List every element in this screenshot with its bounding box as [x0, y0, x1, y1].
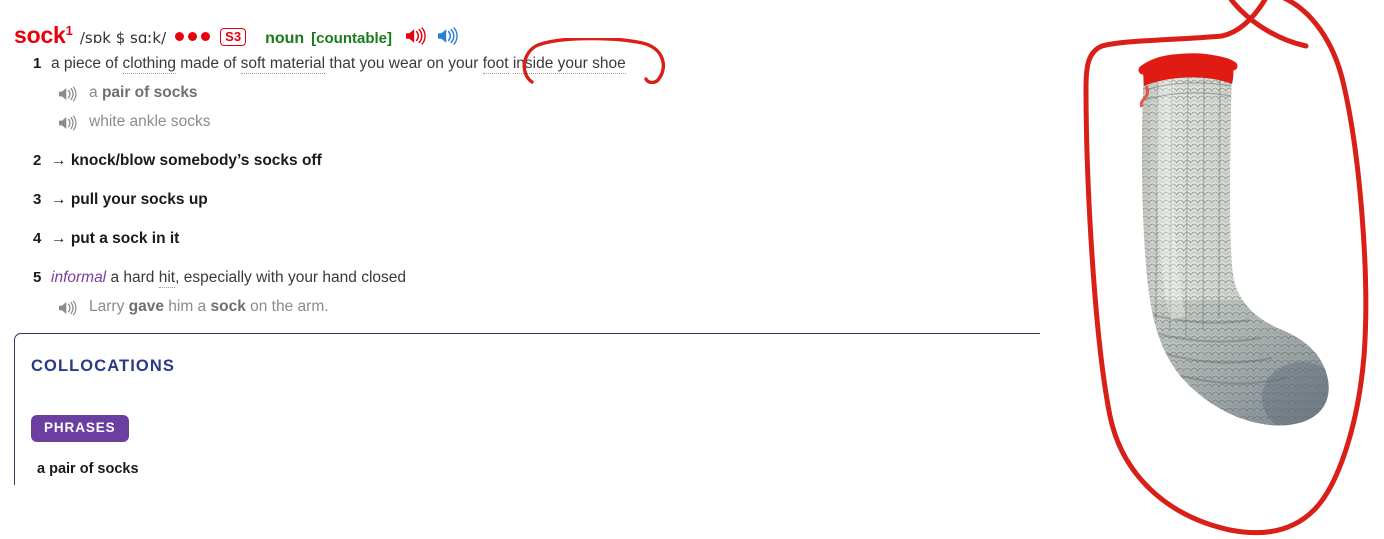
pronunciation: /sɒk $ sɑːk/: [79, 29, 167, 47]
sense-number: 1: [33, 55, 42, 72]
definition-text: made of: [175, 55, 241, 72]
frequency-dot: [188, 32, 198, 41]
sense-number: 3: [33, 191, 42, 208]
speaker-icon-example[interactable]: [58, 86, 77, 102]
cross-reference-link[interactable]: → pull your socks up: [51, 191, 208, 209]
definition-text: a hard: [110, 269, 159, 286]
collocations-title: COLLOCATIONS: [31, 357, 175, 375]
sense-4: 4 → put a sock in it: [33, 230, 179, 248]
illustration-panel: [1070, 0, 1384, 539]
grammar-label: [countable]: [311, 30, 392, 47]
entry-column: sock1 /sɒk $ sɑːk/ S3 noun [countable]: [0, 0, 1070, 539]
speaker-icon-example[interactable]: [58, 300, 77, 316]
phrases-badge[interactable]: PHRASES: [31, 415, 129, 442]
example-5a: Larry gave him a sock on the arm.: [58, 298, 329, 316]
example-text: a pair of socks: [89, 84, 198, 102]
frequency-badge-s3: S3: [220, 28, 247, 46]
register-label: informal: [51, 269, 107, 286]
example-collocate: sock: [210, 298, 246, 315]
example-collocate: gave: [128, 298, 164, 315]
homonym-number: 1: [65, 23, 73, 38]
definition-text: a piece of: [51, 55, 123, 72]
frequency-dot: [175, 32, 185, 41]
example-fragment: on the arm.: [245, 298, 329, 315]
sense-number: 5: [33, 269, 42, 286]
dictionary-entry-page: sock1 /sɒk $ sɑːk/ S3 noun [countable]: [0, 0, 1384, 539]
example-collocate: pair of socks: [101, 84, 198, 101]
frequency-dot: [201, 32, 211, 41]
example-text: Larry gave him a sock on the arm.: [89, 298, 329, 316]
arrow-icon: →: [51, 191, 67, 208]
collocation-item[interactable]: a pair of socks: [37, 461, 139, 477]
frequency-dots: [175, 32, 211, 41]
sense-3: 3 → pull your socks up: [33, 191, 208, 209]
headword: sock: [14, 22, 66, 48]
definition-keyword[interactable]: clothing: [122, 55, 176, 74]
cross-reference-text: put a sock in it: [70, 230, 180, 247]
sense-1: 1 a piece of clothing made of soft mater…: [33, 55, 626, 74]
sock-body: [1142, 66, 1329, 426]
headword-line: sock 1 /sɒk $ sɑːk/ S3 noun [countable]: [14, 22, 458, 49]
definition-keyword[interactable]: soft material: [240, 55, 326, 74]
collocations-panel: COLLOCATIONS PHRASES a pair of socks: [14, 333, 1040, 485]
speaker-icon-british[interactable]: [404, 27, 426, 45]
example-1a: a pair of socks: [58, 84, 198, 102]
speaker-icon-american[interactable]: [436, 27, 458, 45]
definition-keyword[interactable]: hit: [158, 269, 176, 288]
sense-2: 2 → knock/blow somebody’s socks off: [33, 152, 322, 170]
example-fragment: him a: [163, 298, 211, 315]
cross-reference-link[interactable]: → put a sock in it: [51, 230, 179, 248]
example-1b: white ankle socks: [58, 113, 210, 131]
arrow-icon: →: [51, 230, 67, 247]
example-fragment: a: [89, 84, 102, 101]
definition-text: that you wear on your: [325, 55, 483, 72]
example-fragment: Larry: [89, 298, 129, 315]
definition-keyword[interactable]: foot: [482, 55, 509, 74]
speaker-icon-example[interactable]: [58, 115, 77, 131]
definition-text: , especially with your hand closed: [175, 269, 406, 286]
cross-reference-text: knock/blow somebody’s socks off: [70, 152, 322, 169]
cross-reference-text: pull your socks up: [70, 191, 208, 208]
cross-reference-link[interactable]: → knock/blow somebody’s socks off: [51, 152, 322, 170]
arrow-icon: →: [51, 152, 67, 169]
part-of-speech: noun: [265, 30, 305, 47]
sock-illustration: [1138, 53, 1329, 426]
sense-number: 2: [33, 152, 42, 169]
sense-number: 4: [33, 230, 42, 247]
definition-keyword-highlighted[interactable]: inside your shoe: [512, 55, 626, 74]
sense-definition: informal a hard hit, especially with you…: [51, 269, 406, 288]
sense-5: 5 informal a hard hit, especially with y…: [33, 269, 406, 288]
example-text: white ankle socks: [89, 113, 211, 130]
sense-definition: a piece of clothing made of soft materia…: [51, 55, 626, 74]
